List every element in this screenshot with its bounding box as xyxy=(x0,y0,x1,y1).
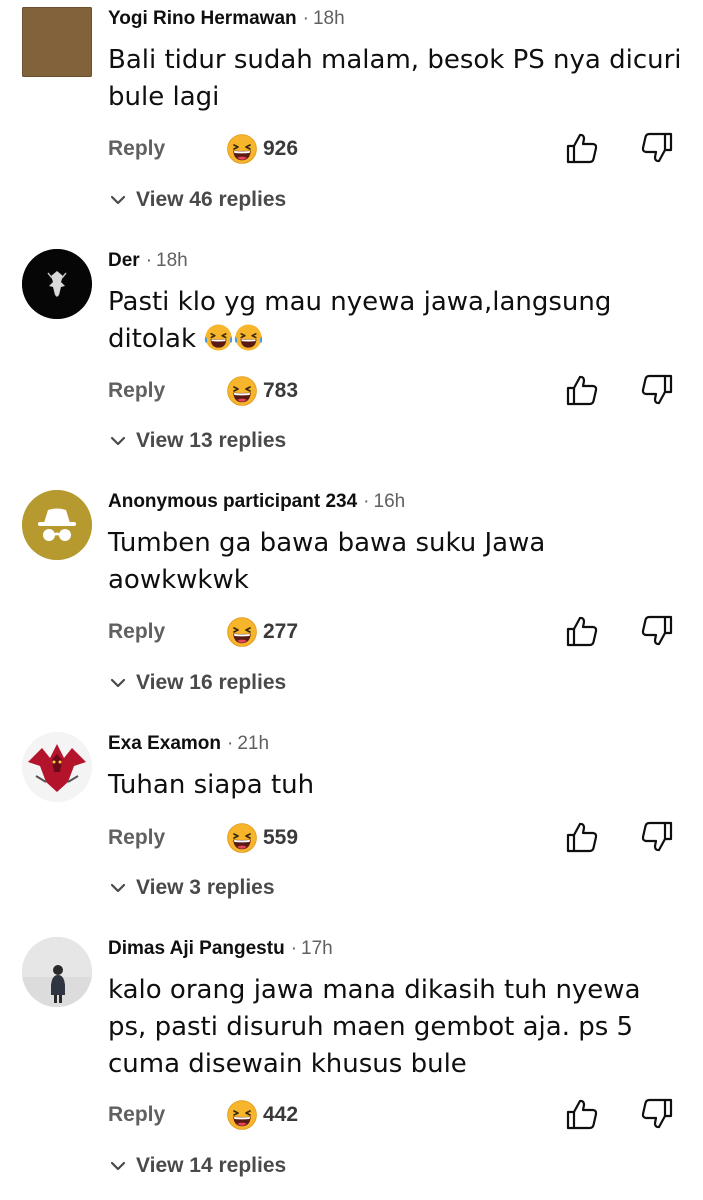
avatar[interactable] xyxy=(22,7,92,77)
comment-header: Yogi Rino Hermawan · 18h xyxy=(108,5,345,33)
comment-time: 18h xyxy=(156,250,188,271)
chevron-down-icon xyxy=(108,431,128,451)
comment-time: 17h xyxy=(301,938,333,959)
comment-header: Anonymous participant 234 · 16h xyxy=(108,488,405,516)
incognito-avatar-icon xyxy=(22,490,92,560)
comment-text: Tumben ga bawa bawa suku Jawa aowkwkwk xyxy=(108,525,578,599)
reaction-count-value: 442 xyxy=(263,1103,299,1126)
separator-dot: · xyxy=(290,938,298,959)
separator-dot: · xyxy=(363,491,370,512)
reaction-count[interactable]: 783 xyxy=(226,373,298,409)
reply-button[interactable]: Reply xyxy=(108,137,165,161)
avatar[interactable] xyxy=(22,490,92,560)
grinning-squinting-face-icon xyxy=(226,133,258,165)
comment-header: Exa Examon · 21h xyxy=(108,730,269,758)
author-name[interactable]: Der xyxy=(108,250,140,271)
chevron-down-icon xyxy=(108,190,128,210)
view-replies-label: View 46 replies xyxy=(136,188,287,211)
comment-time: 21h xyxy=(237,733,270,754)
comment-actions: Reply 926 xyxy=(0,131,703,171)
reply-button[interactable]: Reply xyxy=(108,379,165,403)
avatar[interactable] xyxy=(22,249,92,319)
view-replies-button[interactable]: View 14 replies xyxy=(108,1151,286,1181)
comment-text-content: kalo orang jawa mana dikasih tuh nyewa p… xyxy=(108,975,641,1079)
wolf-emblem-avatar-image xyxy=(22,249,92,319)
comment-text: Bali tidur sudah malam, besok PS nya dic… xyxy=(108,42,688,116)
view-replies-label: View 14 replies xyxy=(136,1154,287,1177)
reaction-count-value: 926 xyxy=(263,137,299,160)
avatar[interactable] xyxy=(22,937,92,1007)
reply-button[interactable]: Reply xyxy=(108,1103,165,1127)
reaction-count[interactable]: 559 xyxy=(226,820,298,856)
comment-text-content: Bali tidur sudah malam, besok PS nya dic… xyxy=(108,45,682,112)
face-with-tears-of-joy-icon xyxy=(204,323,233,352)
comment-header: Der · 18h xyxy=(108,247,188,275)
comment-text-content: Tumben ga bawa bawa suku Jawa aowkwkwk xyxy=(108,528,546,595)
view-replies-button[interactable]: View 46 replies xyxy=(108,185,286,215)
thumbs-up-icon[interactable] xyxy=(565,1097,599,1131)
comment-actions: Reply 783 xyxy=(0,373,703,413)
thumbs-down-icon[interactable] xyxy=(640,131,674,165)
comment-text: Pasti klo yg mau nyewa jawa,langsung dit… xyxy=(108,284,628,358)
comment-time: 18h xyxy=(312,8,345,29)
comment-actions: Reply 559 xyxy=(0,820,703,860)
thumbs-up-icon[interactable] xyxy=(565,614,599,648)
reaction-count[interactable]: 442 xyxy=(226,1097,298,1133)
grinning-squinting-face-icon xyxy=(226,1099,258,1131)
reaction-count-value: 783 xyxy=(263,379,299,402)
comment-text-content: Pasti klo yg mau nyewa jawa,langsung dit… xyxy=(108,287,612,354)
author-name[interactable]: Anonymous participant 234 xyxy=(108,491,357,512)
view-replies-label: View 13 replies xyxy=(136,429,287,452)
red-dragon-avatar-image xyxy=(22,732,92,802)
comment-header: Dimas Aji Pangestu · 17h xyxy=(108,935,333,963)
reaction-count[interactable]: 277 xyxy=(226,614,298,650)
separator-dot: · xyxy=(145,250,153,271)
thumbs-up-icon[interactable] xyxy=(565,820,599,854)
thumbs-down-icon[interactable] xyxy=(640,1097,674,1131)
reaction-count[interactable]: 926 xyxy=(226,131,298,167)
face-with-tears-of-joy-icon xyxy=(234,323,263,352)
separator-dot: · xyxy=(227,733,234,754)
view-replies-label: View 16 replies xyxy=(136,671,287,694)
comment-text: Tuhan siapa tuh xyxy=(108,767,688,804)
view-replies-label: View 3 replies xyxy=(136,876,275,899)
thumbs-down-icon[interactable] xyxy=(640,820,674,854)
view-replies-button[interactable]: View 16 replies xyxy=(108,668,286,698)
reaction-count-value: 559 xyxy=(263,826,299,849)
comment-text: kalo orang jawa mana dikasih tuh nyewa p… xyxy=(108,972,683,1083)
thumbs-up-icon[interactable] xyxy=(565,373,599,407)
reply-button[interactable]: Reply xyxy=(108,826,165,850)
avatar[interactable] xyxy=(22,732,92,802)
author-name[interactable]: Exa Examon xyxy=(108,733,221,754)
comment-text-content: Tuhan siapa tuh xyxy=(108,770,315,800)
avatar-texture-image xyxy=(22,7,92,77)
thumbs-down-icon[interactable] xyxy=(640,373,674,407)
author-name[interactable]: Yogi Rino Hermawan xyxy=(108,8,297,29)
view-replies-button[interactable]: View 3 replies xyxy=(108,873,275,903)
grinning-squinting-face-icon xyxy=(226,375,258,407)
grinning-squinting-face-icon xyxy=(226,822,258,854)
chevron-down-icon xyxy=(108,673,128,693)
comment-actions: Reply 442 xyxy=(0,1097,703,1137)
view-replies-button[interactable]: View 13 replies xyxy=(108,426,286,456)
grinning-squinting-face-icon xyxy=(226,616,258,648)
thumbs-down-icon[interactable] xyxy=(640,614,674,648)
reaction-count-value: 277 xyxy=(263,620,299,643)
separator-dot: · xyxy=(302,8,309,29)
chevron-down-icon xyxy=(108,1156,128,1176)
chevron-down-icon xyxy=(108,878,128,898)
thumbs-up-icon[interactable] xyxy=(565,131,599,165)
reply-button[interactable]: Reply xyxy=(108,620,165,644)
comment-time: 16h xyxy=(373,491,406,512)
person-photo-avatar-image xyxy=(22,937,92,1007)
comment-actions: Reply 277 xyxy=(0,614,703,654)
author-name[interactable]: Dimas Aji Pangestu xyxy=(108,938,285,959)
